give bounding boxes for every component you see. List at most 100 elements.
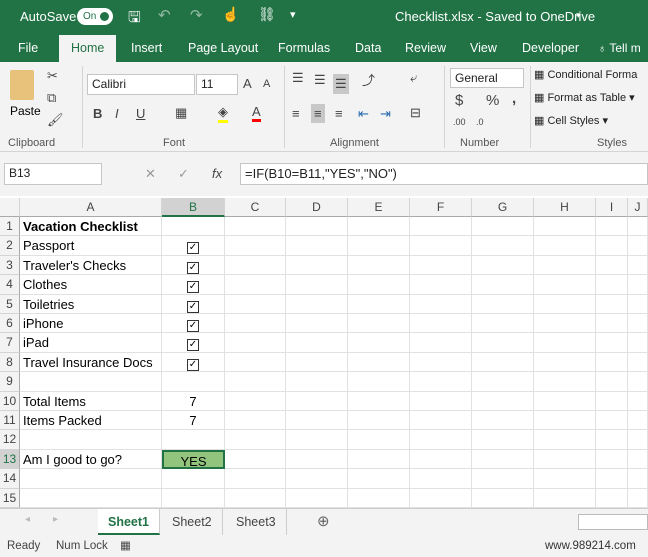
cell-d7[interactable] — [286, 333, 348, 353]
cell-b6[interactable]: ✓ — [162, 314, 225, 334]
touch-mode-icon[interactable]: ☝ — [222, 6, 239, 23]
row-header-2[interactable]: 2 — [0, 236, 20, 256]
cell-f3[interactable] — [410, 255, 472, 276]
cell-g8[interactable] — [472, 352, 534, 373]
sheet-tab-sheet3[interactable]: Sheet3 — [226, 509, 287, 535]
document-title[interactable]: Checklist.xlsx - Saved to OneDrive — [395, 9, 595, 24]
insert-function-button[interactable]: fx — [212, 166, 222, 181]
chevron-down-icon[interactable]: ▾ — [576, 10, 581, 21]
cell-i2[interactable] — [596, 236, 628, 256]
column-header-c[interactable]: C — [225, 198, 286, 217]
tab-home[interactable]: Home — [59, 35, 117, 62]
decrease-indent-icon[interactable]: ⇤ — [358, 106, 369, 122]
cell-c4[interactable] — [225, 275, 286, 295]
cell-g10[interactable] — [472, 391, 534, 411]
cell-g3[interactable] — [472, 255, 534, 276]
underline-button[interactable]: U — [136, 106, 145, 121]
row-header-1[interactable]: 1 — [0, 217, 20, 237]
row-header-14[interactable]: 14 — [0, 469, 20, 489]
cell-h12[interactable] — [534, 430, 596, 450]
bold-button[interactable]: B — [93, 106, 102, 121]
cell-c14[interactable] — [225, 469, 286, 489]
cell-e9[interactable] — [348, 372, 410, 392]
borders-icon[interactable]: ▦ — [175, 105, 187, 121]
cell-g13[interactable] — [472, 449, 534, 470]
cell-b11[interactable]: 7 — [162, 411, 225, 431]
cell-c9[interactable] — [225, 372, 286, 392]
sheet-tab-sheet2[interactable]: Sheet2 — [162, 509, 223, 535]
cell-h8[interactable] — [534, 352, 596, 373]
comma-button[interactable]: , — [512, 90, 516, 107]
column-header-b[interactable]: B — [162, 198, 225, 217]
tab-review[interactable]: Review — [405, 41, 446, 55]
cell-a7[interactable]: iPad — [20, 333, 162, 353]
cell-i4[interactable] — [596, 275, 628, 295]
cell-c7[interactable] — [225, 333, 286, 353]
cell-f10[interactable] — [410, 391, 472, 411]
redo-icon[interactable]: ↷ — [190, 6, 203, 24]
cell-j15[interactable] — [628, 488, 648, 508]
cell-i7[interactable] — [596, 333, 628, 353]
cell-g6[interactable] — [472, 314, 534, 334]
increase-indent-icon[interactable]: ⇥ — [380, 106, 391, 122]
cell-h4[interactable] — [534, 275, 596, 295]
row-header-8[interactable]: 8 — [0, 352, 20, 373]
spreadsheet-grid[interactable]: A B C D E F G H I J 1 Vacation Checklist 2 Passport ✓ 3… — [0, 198, 648, 508]
cell-j5[interactable] — [628, 294, 648, 314]
tab-insert[interactable]: Insert — [131, 41, 162, 55]
cell-e1[interactable] — [348, 217, 410, 237]
cell-d1[interactable] — [286, 217, 348, 237]
row-header-6[interactable]: 6 — [0, 314, 20, 334]
cell-d9[interactable] — [286, 372, 348, 392]
cell-g7[interactable] — [472, 333, 534, 353]
checkbox[interactable]: ✓ — [187, 242, 199, 255]
conditional-formatting-button[interactable]: ▦ Conditional Forma — [534, 68, 637, 81]
row-header-5[interactable]: 5 — [0, 294, 20, 314]
cell-h1[interactable] — [534, 217, 596, 237]
cell-j14[interactable] — [628, 469, 648, 489]
cell-a5[interactable]: Toiletries — [20, 294, 162, 314]
cell-d12[interactable] — [286, 430, 348, 450]
wrap-text-icon[interactable]: ⤶ — [410, 70, 417, 86]
cell-g2[interactable] — [472, 236, 534, 256]
cell-c15[interactable] — [225, 488, 286, 508]
cell-f11[interactable] — [410, 411, 472, 431]
cell-a10[interactable]: Total Items — [20, 391, 162, 411]
cell-e10[interactable] — [348, 391, 410, 411]
column-header-h[interactable]: H — [534, 198, 596, 217]
cell-f6[interactable] — [410, 314, 472, 334]
font-color-button[interactable]: A — [252, 104, 261, 122]
name-box[interactable]: B13 — [4, 163, 102, 185]
row-header-4[interactable]: 4 — [0, 275, 20, 295]
italic-button[interactable]: I — [115, 106, 119, 121]
checkbox[interactable]: ✓ — [187, 261, 199, 274]
cell-d14[interactable] — [286, 469, 348, 489]
enter-icon[interactable]: ✓ — [178, 166, 189, 182]
select-all-button[interactable] — [0, 198, 20, 217]
cell-a4[interactable]: Clothes — [20, 275, 162, 295]
column-header-a[interactable]: A — [20, 198, 162, 217]
column-header-f[interactable]: F — [410, 198, 472, 217]
cell-c5[interactable] — [225, 294, 286, 314]
cell-b3[interactable]: ✓ — [162, 255, 225, 276]
cell-i15[interactable] — [596, 488, 628, 508]
cell-e5[interactable] — [348, 294, 410, 314]
cell-j1[interactable] — [628, 217, 648, 237]
cell-h11[interactable] — [534, 411, 596, 431]
horizontal-scrollbar[interactable] — [578, 514, 648, 530]
save-icon[interactable]: 🖫 — [128, 7, 141, 32]
cell-d13[interactable] — [286, 449, 348, 470]
align-bottom-icon[interactable]: ☰ — [333, 74, 349, 94]
column-header-j[interactable]: J — [628, 198, 648, 217]
cell-j12[interactable] — [628, 430, 648, 450]
column-header-e[interactable]: E — [348, 198, 410, 217]
cut-icon[interactable]: ✂ — [47, 68, 58, 84]
increase-decimal-icon[interactable]: .00 — [453, 117, 466, 127]
percent-button[interactable]: % — [486, 92, 499, 109]
cell-e4[interactable] — [348, 275, 410, 295]
undo-icon[interactable]: ↶ — [158, 6, 171, 24]
cell-i11[interactable] — [596, 411, 628, 431]
cell-c11[interactable] — [225, 411, 286, 431]
currency-button[interactable]: $ — [455, 92, 463, 109]
cell-a6[interactable]: iPhone — [20, 314, 162, 334]
